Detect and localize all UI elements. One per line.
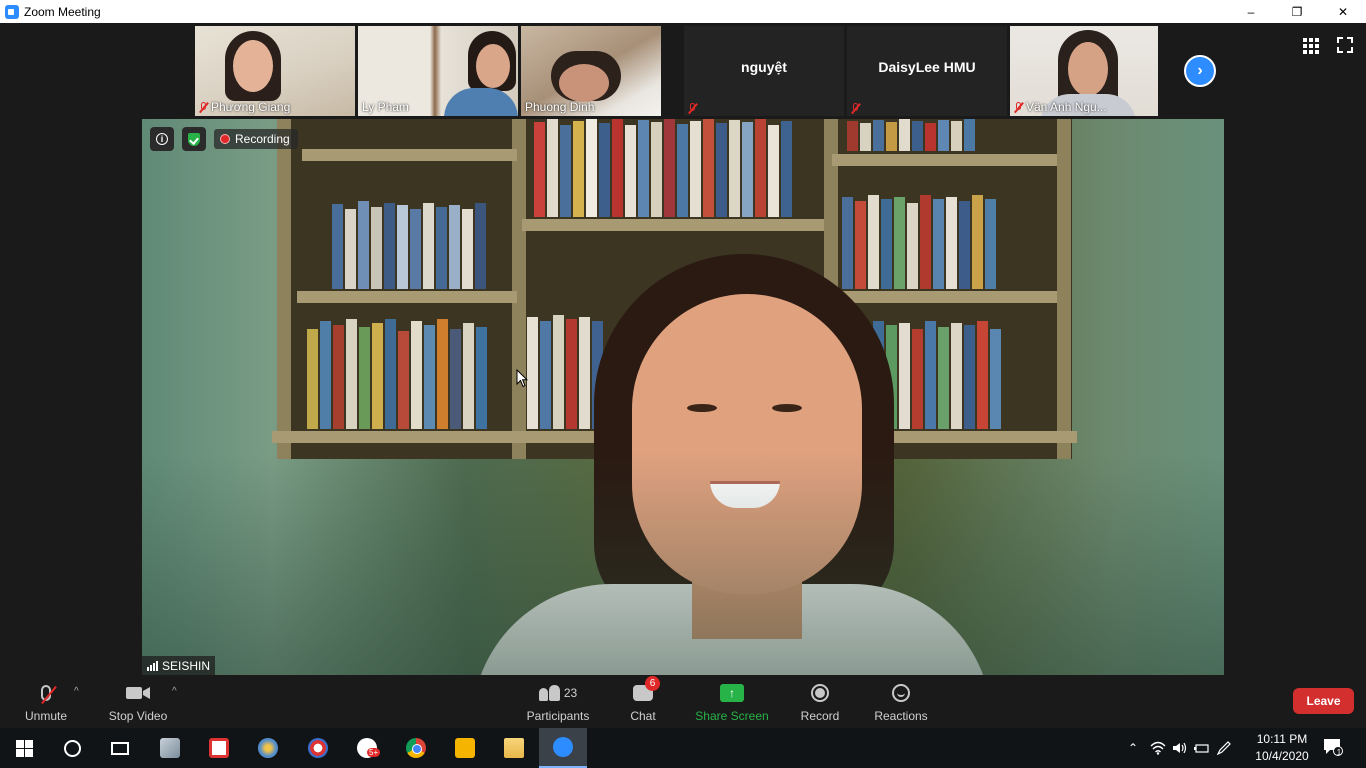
window-controls: – ❐ ✕ [1228,0,1366,23]
fullscreen-icon[interactable] [1337,37,1353,53]
record-button[interactable]: Record [798,675,842,728]
window-title: Zoom Meeting [24,4,101,19]
close-button[interactable]: ✕ [1320,0,1366,23]
participant-name: Ly Pham [362,100,409,114]
battery-icon[interactable] [1194,741,1210,755]
mic-muted-icon [1014,101,1023,113]
chat-button[interactable]: 6 Chat [622,675,664,728]
system-clock[interactable]: 10:11 PM 10/4/2020 [1250,731,1314,765]
participant-name: nguyệt [741,59,787,75]
file-explorer-icon [504,738,524,758]
restore-button[interactable]: ❐ [1274,0,1320,23]
clock-time: 10:11 PM [1256,732,1308,746]
smiley-plus-icon [892,684,910,702]
keep-app-icon [455,738,475,758]
title-bar: Zoom Meeting – ❐ ✕ [0,0,1366,23]
leave-button[interactable]: Leave [1293,688,1354,714]
reactions-button[interactable]: Reactions [872,675,930,728]
mic-muted-icon [851,103,860,114]
search-button[interactable] [48,728,96,768]
taskbar-app[interactable] [441,728,489,768]
chat-unread-badge: 6 [645,676,660,691]
app-badge: 5+ [367,748,381,757]
taskbar-app[interactable]: 5+ [343,728,391,768]
participant-tile[interactable]: Ly Pham [358,26,518,116]
search-circle-icon [63,739,81,757]
chevron-right-icon: › [1197,62,1203,79]
speaker-name: SEISHIN [162,658,211,673]
zoom-app-icon [5,4,19,19]
wifi-icon[interactable] [1150,741,1166,755]
microphone-muted-icon [41,685,57,705]
task-view-icon [111,741,129,755]
taskbar-app-zoom[interactable] [539,728,587,768]
video-options-caret[interactable]: ^ [172,686,177,697]
participants-icon [538,685,560,701]
active-speaker-video [142,119,1224,675]
mouse-cursor-icon [516,369,528,388]
taskbar-app[interactable] [146,728,194,768]
start-button[interactable] [0,728,48,768]
participant-name: Phương Giang [211,100,291,114]
grid-app-icon [209,738,229,758]
pen-app-icon [160,738,180,758]
media-app-icon [308,738,328,758]
unmute-button[interactable]: Unmute [22,675,70,728]
task-view-button[interactable] [96,728,144,768]
participants-count: 23 [563,686,578,700]
stop-video-button[interactable]: Stop Video [106,675,170,728]
record-icon [811,684,829,702]
record-dot-icon [220,134,230,144]
taskbar-app[interactable] [244,728,292,768]
system-tray: ⌃ [1124,728,1232,768]
participant-tile[interactable]: Phuong Dinh [521,26,661,116]
share-arrow-icon: ↑ [720,684,744,702]
recording-label: Recording [235,132,290,146]
volume-icon[interactable] [1172,741,1188,755]
participant-name: Phuong Dinh [525,100,595,114]
share-screen-button[interactable]: ↑ Share Screen [694,675,770,728]
info-icon: i [156,133,168,145]
participant-name: Vân Anh Ngu... [1026,100,1107,114]
minimize-button[interactable]: – [1228,0,1274,23]
shield-check-icon [188,132,200,146]
meeting-toolbar: Unmute ^ Stop Video ^ 23 Participants 6 … [0,675,1366,728]
encryption-button[interactable] [182,127,206,151]
speaker-name-tag: SEISHIN [142,656,216,675]
participants-button[interactable]: 23 Participants [524,675,592,728]
recording-indicator[interactable]: Recording [214,129,298,149]
video-camera-icon [126,687,150,699]
chevron-up-icon[interactable]: ⌃ [1124,741,1142,755]
audio-options-caret[interactable]: ^ [74,686,79,697]
meeting-info-button[interactable]: i [150,127,174,151]
mic-muted-icon [199,101,208,113]
pen-ink-icon[interactable] [1216,741,1232,755]
paint-app-icon [258,738,278,758]
participant-name: DaisyLee HMU [878,59,976,75]
meeting-status-bar: i Recording [150,127,298,151]
chat-bubble-icon: 6 [633,676,660,701]
windows-logo-icon [15,739,33,757]
taskbar-app[interactable] [490,728,538,768]
chrome-icon [406,738,426,758]
zoom-taskbar-icon [553,737,573,757]
participant-tile[interactable]: Vân Anh Ngu... [1010,26,1158,116]
clock-date: 10/4/2020 [1255,749,1309,763]
participant-tile[interactable]: nguyệt [684,26,844,116]
taskbar-app[interactable] [195,728,243,768]
signal-strength-icon [147,660,158,671]
participant-tile[interactable]: DaisyLee HMU [847,26,1007,116]
teams-app-icon: 5+ [357,738,381,758]
participant-tile[interactable]: Phương Giang [195,26,355,116]
next-page-button[interactable]: › [1184,55,1216,87]
notification-count: 1 [1336,748,1342,757]
mic-muted-icon [688,103,697,114]
gallery-view-icon[interactable] [1303,38,1319,54]
taskbar-app[interactable] [294,728,342,768]
taskbar-app[interactable] [392,728,440,768]
